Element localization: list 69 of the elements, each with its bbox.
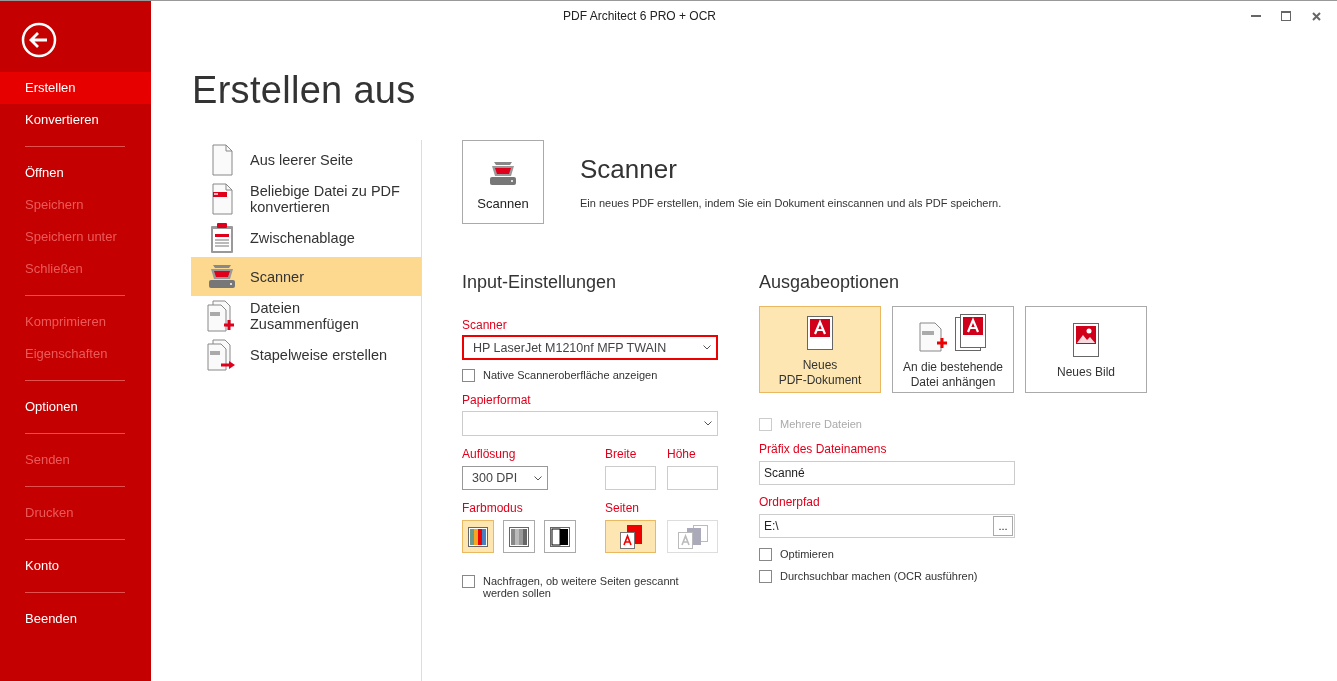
dropdown-caret-icon	[704, 421, 712, 426]
field-label: Seiten	[605, 501, 641, 515]
output-option-button[interactable]: Neues Bild	[1025, 306, 1147, 393]
field-label: Präfix des Dateinamens	[759, 442, 888, 456]
dropdown-caret-icon	[703, 345, 711, 350]
page-title: Erstellen aus	[192, 68, 417, 113]
checkbox-label: Mehrere Dateien	[780, 418, 862, 430]
sidebar-item[interactable]: Öffnen	[0, 157, 151, 189]
create-option[interactable]: Beliebige Datei zu PDF konvertieren	[191, 179, 421, 218]
sidebar-item[interactable]: Optionen	[0, 391, 151, 423]
append-to-pdf-icon	[919, 313, 987, 352]
prefix-field[interactable]: Scanné	[759, 461, 1015, 485]
scanner-dropdown[interactable]: HP LaserJet M1210nf MFP TWAIN	[462, 335, 718, 360]
image-icon	[1073, 323, 1099, 357]
sidebar-item[interactable]: Konvertieren	[0, 104, 151, 136]
color-mode-button[interactable]	[462, 520, 494, 553]
create-option[interactable]: Aus leerer Seite	[191, 140, 421, 179]
checkbox-label: Nachfragen, ob weitere Seiten gescannt werden sollen	[483, 575, 680, 599]
section-heading: Ausgabeoptionen	[759, 271, 901, 294]
field-label: Auflösung	[462, 447, 517, 461]
field-label: Farbmodus	[462, 501, 524, 515]
window-title: PDF Architect 6 PRO + OCR	[561, 9, 717, 23]
width-field[interactable]	[605, 466, 656, 490]
height-field[interactable]	[667, 466, 718, 490]
checkbox[interactable]	[462, 369, 475, 382]
color-mode-button[interactable]	[503, 520, 535, 553]
minimize-icon	[1251, 15, 1261, 17]
monochrome-icon	[550, 526, 570, 547]
single-page-icon	[618, 523, 643, 550]
field-label: Scanner	[462, 318, 508, 332]
color-mode-button[interactable]	[544, 520, 576, 553]
field-label: Ordnerpfad	[759, 495, 821, 509]
batch-documents-icon	[207, 338, 237, 371]
merge-documents-icon	[207, 299, 237, 332]
multiple-pages-icon	[676, 523, 709, 550]
create-option[interactable]: Dateien Zusammenfügen	[191, 296, 421, 335]
resolution-dropdown[interactable]: 300 DPI	[462, 466, 548, 490]
color-bars-icon	[468, 526, 488, 547]
checkbox[interactable]	[462, 575, 475, 588]
pages-button[interactable]	[605, 520, 656, 553]
create-option[interactable]: Scanner	[191, 257, 421, 296]
checkbox-label: Native Scanneroberfläche anzeigen	[483, 369, 658, 381]
output-option-button[interactable]: An die bestehende Datei anhängen	[892, 306, 1014, 393]
section-title: Scanner	[580, 154, 678, 185]
section-heading: Input-Einstellungen	[462, 271, 618, 294]
checkbox[interactable]	[759, 548, 772, 561]
create-option[interactable]: Stapelweise erstellen	[191, 335, 421, 374]
pdf-document-icon	[807, 315, 833, 350]
create-option[interactable]: Zwischenablage	[191, 218, 421, 257]
sidebar-item[interactable]: Erstellen	[0, 72, 151, 104]
folder-path-field[interactable]: E:\ ...	[759, 514, 1015, 538]
browse-button[interactable]: ...	[993, 516, 1013, 536]
section-description: Ein neues PDF erstellen, indem Sie ein Dokument einscannen und als PDF speichern.	[580, 197, 1002, 209]
dropdown-caret-icon	[534, 475, 542, 481]
maximize-icon	[1281, 11, 1291, 21]
field-label: Breite	[605, 447, 638, 461]
sidebar-item[interactable]: Beenden	[0, 603, 151, 635]
sidebar-item[interactable]: Konto	[0, 550, 151, 582]
field-label: Höhe	[667, 447, 697, 461]
scanner-icon	[489, 159, 517, 186]
output-option-button[interactable]: Neues PDF-Dokument	[759, 306, 881, 393]
grayscale-bars-icon	[509, 526, 529, 547]
scan-button[interactable]: Scannen	[462, 140, 544, 224]
field-label: Papierformat	[462, 393, 532, 407]
scanner-icon	[207, 262, 237, 291]
close-icon	[1311, 11, 1321, 21]
checkbox-label: Durchsuchbar machen (OCR ausführen)	[780, 570, 978, 582]
checkbox[interactable]	[759, 570, 772, 583]
checkbox-label: Optimieren	[780, 548, 834, 560]
